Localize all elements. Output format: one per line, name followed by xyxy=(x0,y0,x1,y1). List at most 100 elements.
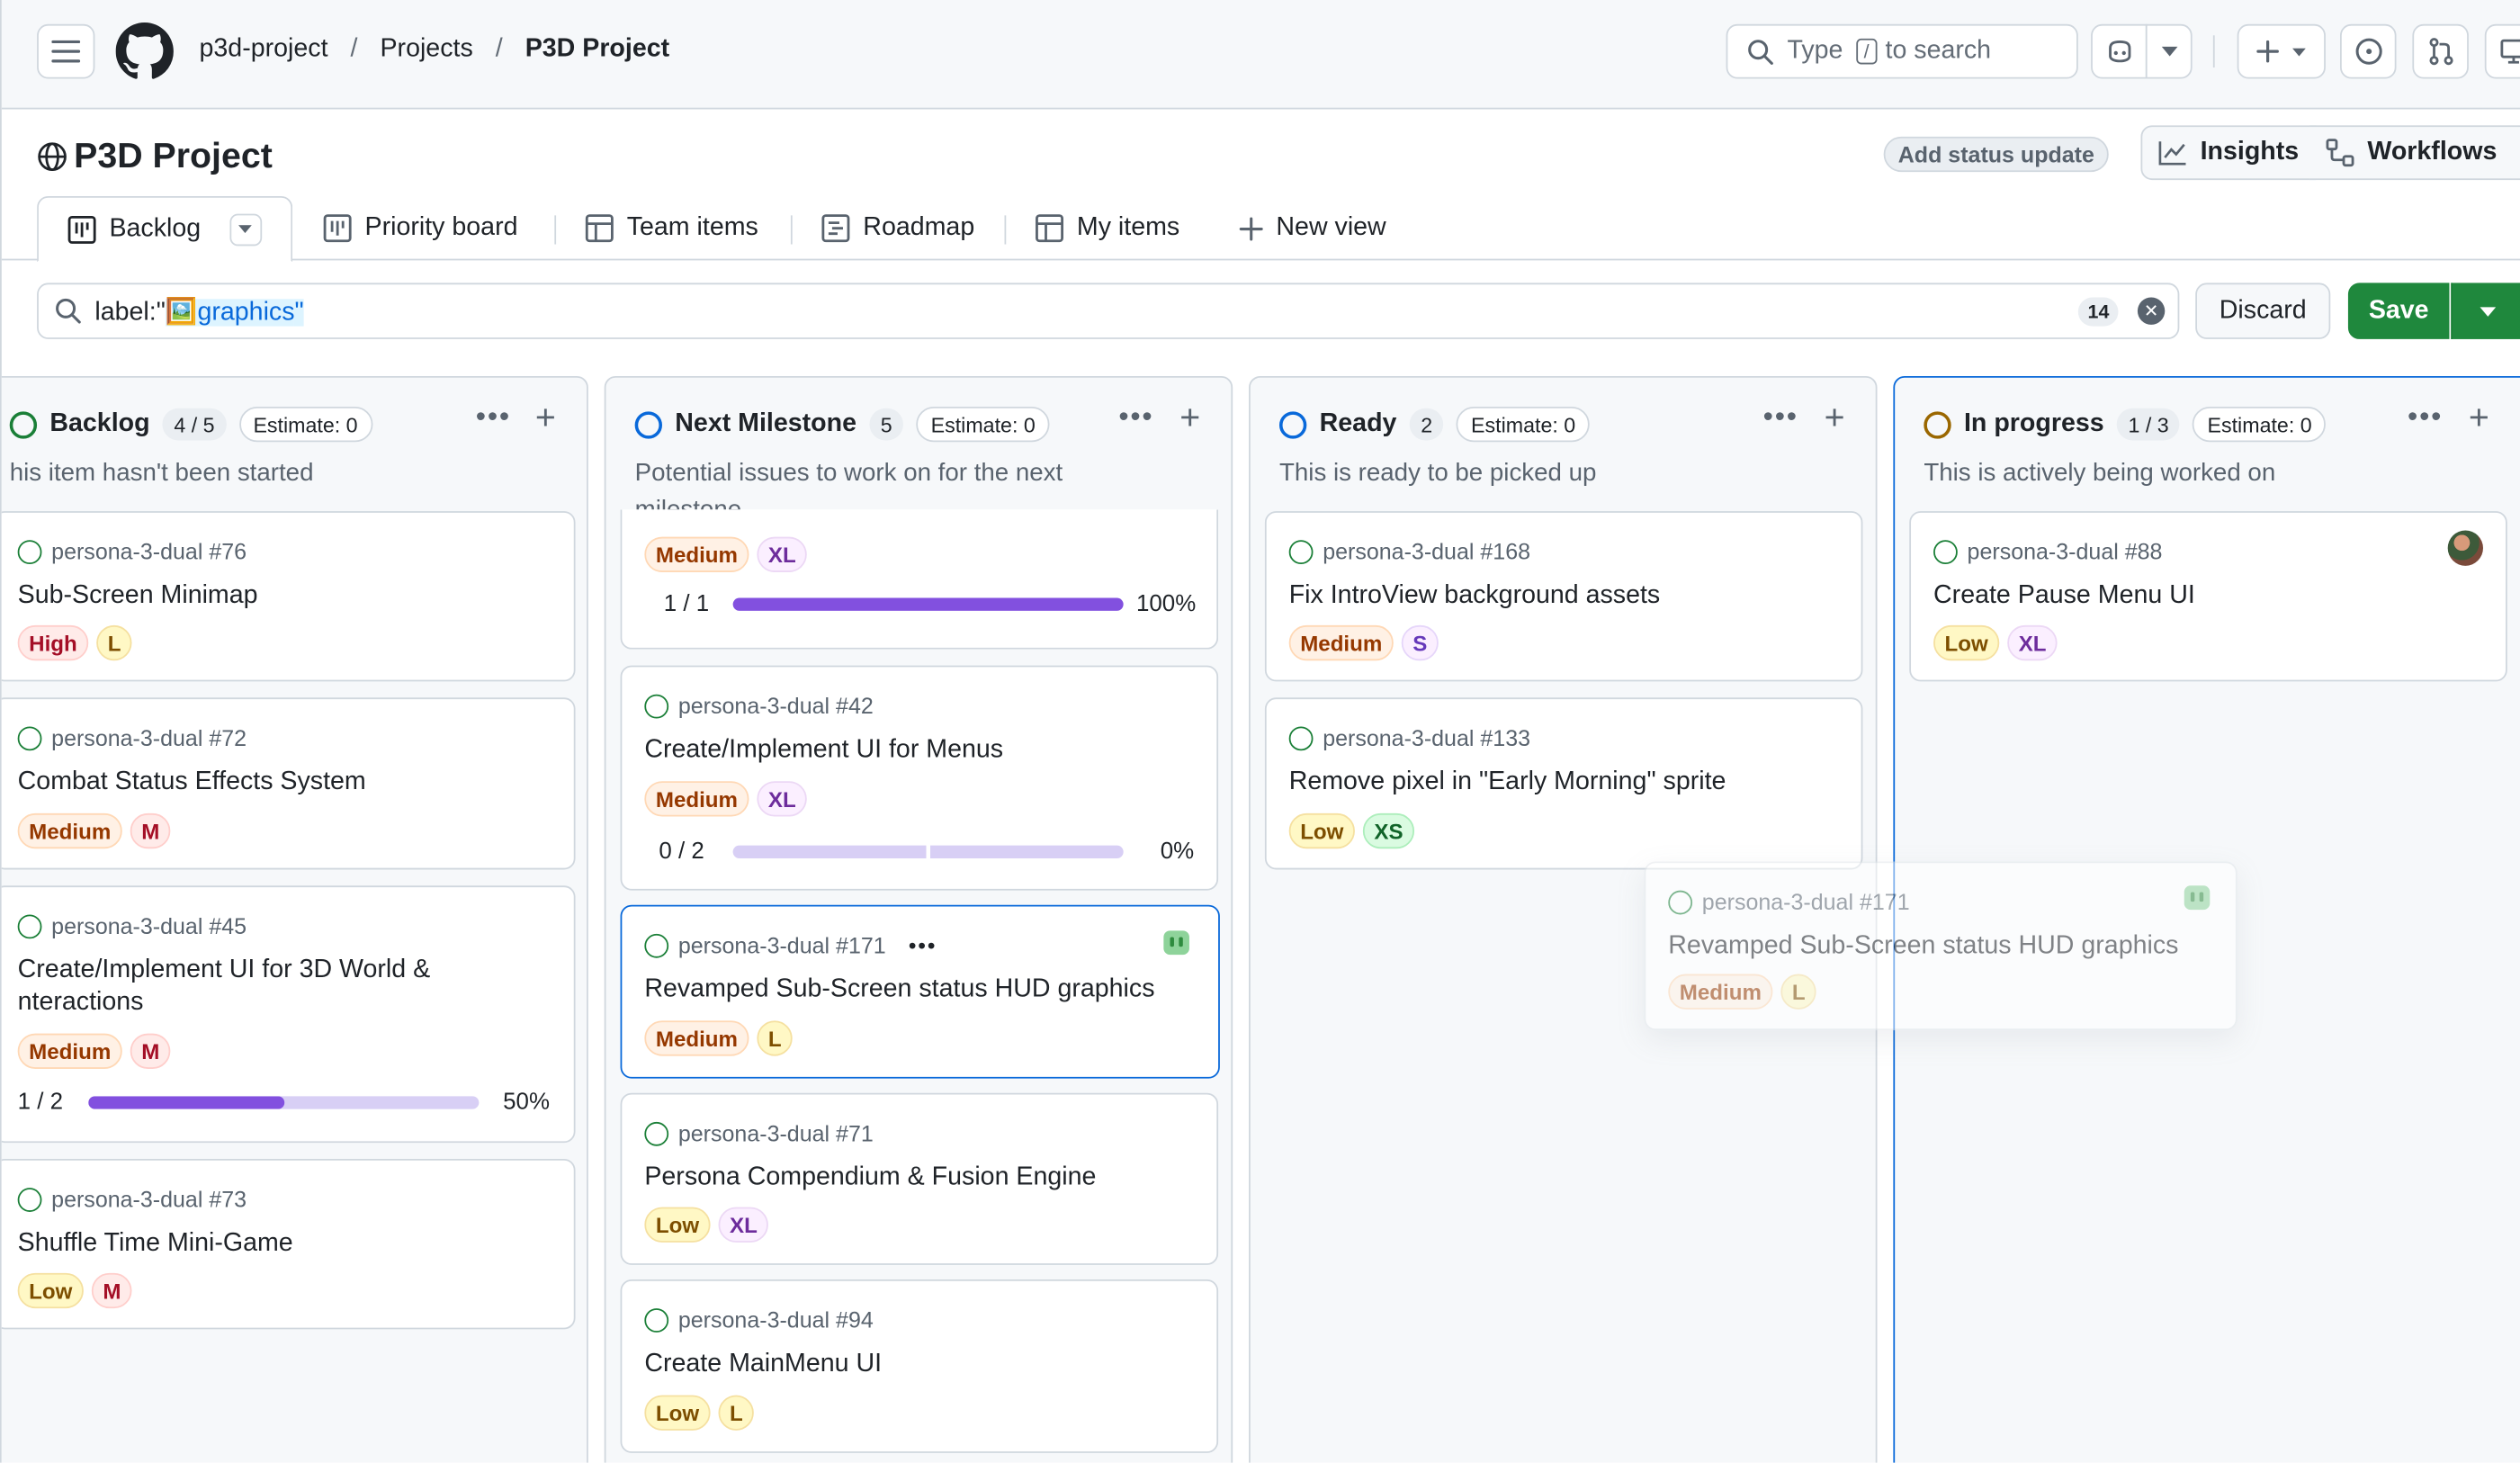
priority-label[interactable]: Medium xyxy=(644,536,749,572)
copilot-dropdown-button[interactable] xyxy=(2145,23,2193,79)
dragging-card-ghost[interactable]: persona-3-dual #171 Revamped Sub-Screen … xyxy=(1644,861,2238,1031)
card[interactable]: persona-3-dual #88 Create Pause Menu UI … xyxy=(1909,511,2507,682)
issues-button[interactable] xyxy=(2339,23,2397,79)
tab-priority-board[interactable]: Priority board xyxy=(323,196,517,260)
card-title[interactable]: Create/Implement UI for 3D World & nterac… xyxy=(18,955,431,1019)
tab-team-items[interactable]: Team items xyxy=(585,196,758,260)
priority-label[interactable]: Medium xyxy=(17,1033,122,1069)
card-title[interactable]: Create MainMenu UI xyxy=(644,1349,882,1381)
card-ref[interactable]: persona-3-dual #71 xyxy=(678,1120,874,1146)
card-labels: Low XL xyxy=(1933,624,2058,661)
copilot-button[interactable] xyxy=(2091,23,2148,79)
priority-label[interactable]: Medium xyxy=(1288,624,1394,661)
column-add-icon[interactable]: + xyxy=(1825,397,1845,438)
chevron-down-icon xyxy=(2160,46,2177,57)
card[interactable]: persona-3-dual #73 Shuffle Time Mini-Gam… xyxy=(1,1158,576,1330)
card-ref[interactable]: persona-3-dual #171 xyxy=(678,932,886,958)
card-ref[interactable]: persona-3-dual #42 xyxy=(678,693,874,719)
priority-label[interactable]: Medium xyxy=(17,812,122,849)
add-status-update-button[interactable]: Add status update xyxy=(1883,136,2109,173)
size-label[interactable]: XL xyxy=(757,781,808,817)
progress-percent: 0% xyxy=(1160,839,1195,866)
card-ref[interactable]: persona-3-dual #76 xyxy=(51,538,247,564)
global-search-input[interactable]: Type / to search xyxy=(1726,23,2078,79)
filter-input[interactable]: label:"🖼️graphics" xyxy=(37,283,2180,339)
clear-filter-icon[interactable]: ✕ xyxy=(2137,297,2166,325)
size-label[interactable]: M xyxy=(130,812,171,849)
size-label[interactable]: S xyxy=(1401,624,1439,661)
card-title[interactable]: Create Pause Menu UI xyxy=(1933,580,2195,613)
priority-label[interactable]: High xyxy=(17,624,89,661)
size-label[interactable]: L xyxy=(718,1395,755,1431)
column-add-icon[interactable]: + xyxy=(2469,397,2489,438)
card[interactable]: persona-3-dual #94 Create MainMenu UI Lo… xyxy=(620,1279,1219,1453)
tab-backlog[interactable]: Backlog xyxy=(37,195,292,263)
card-title[interactable]: Create/Implement UI for Menus xyxy=(644,734,1003,767)
pull-requests-button[interactable] xyxy=(2412,23,2469,79)
card-title[interactable]: Combat Status Effects System xyxy=(18,767,366,799)
card-more-icon[interactable]: ••• xyxy=(909,932,937,958)
card-title[interactable]: Persona Compendium & Fusion Engine xyxy=(644,1162,1096,1195)
tab-new-view[interactable]: New view xyxy=(1239,196,1386,260)
card-title[interactable]: Fix IntroView background assets xyxy=(1289,580,1661,613)
card[interactable]: persona-3-dual #76 Sub-Screen Minimap Hi… xyxy=(1,511,576,682)
save-options-button[interactable] xyxy=(2451,283,2520,339)
priority-label[interactable]: Low xyxy=(1288,812,1355,849)
card-title[interactable]: Revamped Sub-Screen status HUD graphics xyxy=(644,974,1154,1007)
card-ref[interactable]: persona-3-dual #133 xyxy=(1323,725,1530,751)
card[interactable]: Medium XL 1 / 1 100% xyxy=(620,509,1219,650)
card-ref[interactable]: persona-3-dual #73 xyxy=(51,1186,247,1212)
priority-label[interactable]: Medium xyxy=(644,1020,749,1056)
create-new-button[interactable] xyxy=(2237,23,2326,79)
card-ref[interactable]: persona-3-dual #88 xyxy=(1968,538,2163,564)
tab-options-button[interactable] xyxy=(229,212,263,246)
priority-label[interactable]: Low xyxy=(17,1272,84,1309)
size-label[interactable]: L xyxy=(96,624,132,661)
tab-roadmap[interactable]: Roadmap xyxy=(821,196,974,260)
size-label[interactable]: XS xyxy=(1362,812,1415,849)
priority-label[interactable]: Low xyxy=(1933,624,2000,661)
card-ref[interactable]: persona-3-dual #45 xyxy=(51,913,247,939)
github-logo-icon[interactable] xyxy=(115,22,174,80)
column-add-icon[interactable]: + xyxy=(535,397,556,438)
tab-my-items[interactable]: My items xyxy=(1035,196,1179,260)
card[interactable]: persona-3-dual #45 Create/Implement UI f… xyxy=(1,885,576,1144)
priority-label[interactable]: Low xyxy=(644,1395,711,1431)
breadcrumb-org[interactable]: p3d-project xyxy=(200,35,328,64)
card[interactable]: persona-3-dual #168 Fix IntroView backgr… xyxy=(1264,511,1863,682)
size-label[interactable]: XL xyxy=(718,1207,769,1243)
breadcrumb-projects[interactable]: Projects xyxy=(380,35,472,64)
card-ref[interactable]: persona-3-dual #168 xyxy=(1323,538,1530,564)
column-add-icon[interactable]: + xyxy=(1179,397,1200,438)
size-label[interactable]: M xyxy=(91,1272,132,1309)
priority-label[interactable]: Low xyxy=(644,1207,711,1243)
breadcrumb-current[interactable]: P3D Project xyxy=(525,35,669,64)
card[interactable]: persona-3-dual #72 Combat Status Effects… xyxy=(1,697,576,870)
menu-button[interactable] xyxy=(37,23,95,79)
avatar[interactable] xyxy=(2447,530,2483,566)
card-ref[interactable]: persona-3-dual #94 xyxy=(678,1306,874,1333)
discard-button[interactable]: Discard xyxy=(2195,283,2331,339)
size-label[interactable]: XL xyxy=(757,536,808,572)
column-more-icon[interactable]: ••• xyxy=(2408,400,2443,435)
column-more-icon[interactable]: ••• xyxy=(1118,400,1153,435)
card-title[interactable]: Sub-Screen Minimap xyxy=(18,580,258,613)
workflows-button[interactable]: Workflows xyxy=(2309,125,2520,181)
codespaces-button[interactable] xyxy=(2484,23,2520,79)
card-ref[interactable]: persona-3-dual #72 xyxy=(51,725,247,751)
issue-open-icon xyxy=(1933,539,1958,564)
size-label[interactable]: M xyxy=(130,1033,171,1069)
card-title[interactable]: Shuffle Time Mini-Game xyxy=(18,1228,293,1261)
card[interactable]: persona-3-dual #71 Persona Compendium & … xyxy=(620,1092,1219,1265)
card-selected[interactable]: persona-3-dual #171 ••• Revamped Sub-Scre… xyxy=(620,904,1220,1079)
save-button[interactable]: Save xyxy=(2347,283,2450,339)
size-label[interactable]: XL xyxy=(2007,624,2058,661)
priority-label[interactable]: Medium xyxy=(644,781,749,817)
card-title[interactable]: Remove pixel in "Early Morning" sprite xyxy=(1289,767,1726,799)
card[interactable]: persona-3-dual #133 Remove pixel in "Ear… xyxy=(1264,697,1863,870)
insights-button[interactable]: Insights xyxy=(2140,125,2317,181)
card[interactable]: persona-3-dual #42 Create/Implement UI f… xyxy=(620,665,1219,891)
column-more-icon[interactable]: ••• xyxy=(1763,400,1798,435)
size-label[interactable]: L xyxy=(757,1020,794,1056)
column-more-icon[interactable]: ••• xyxy=(476,400,511,435)
